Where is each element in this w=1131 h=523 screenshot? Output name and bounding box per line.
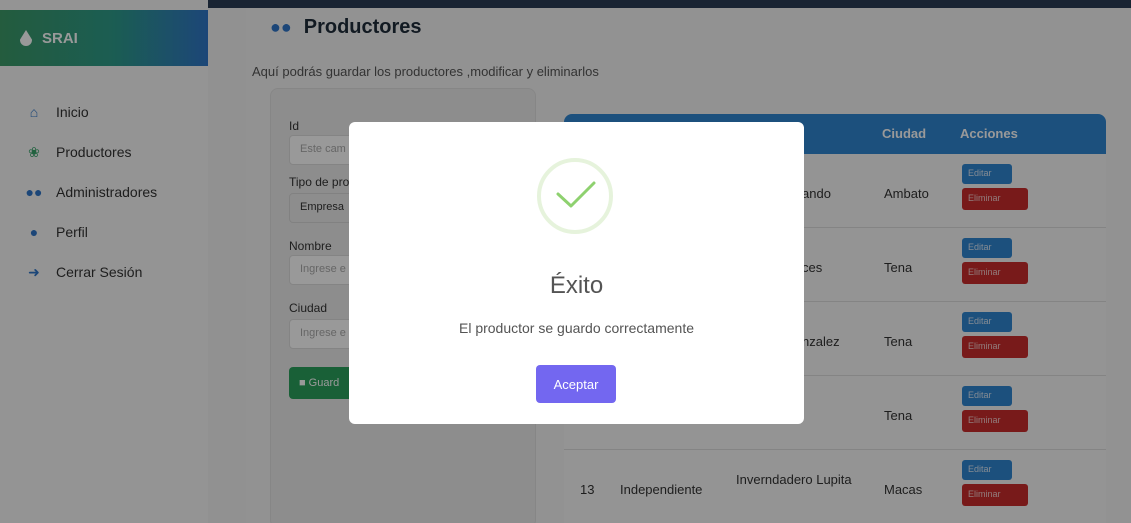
success-check-icon [537, 158, 613, 234]
success-dialog: Éxito El productor se guardo correctamen… [349, 122, 804, 424]
accept-button[interactable]: Aceptar [536, 365, 616, 403]
dialog-message: El productor se guardo correctamente [458, 320, 694, 336]
dialog-title: Éxito [549, 272, 604, 299]
